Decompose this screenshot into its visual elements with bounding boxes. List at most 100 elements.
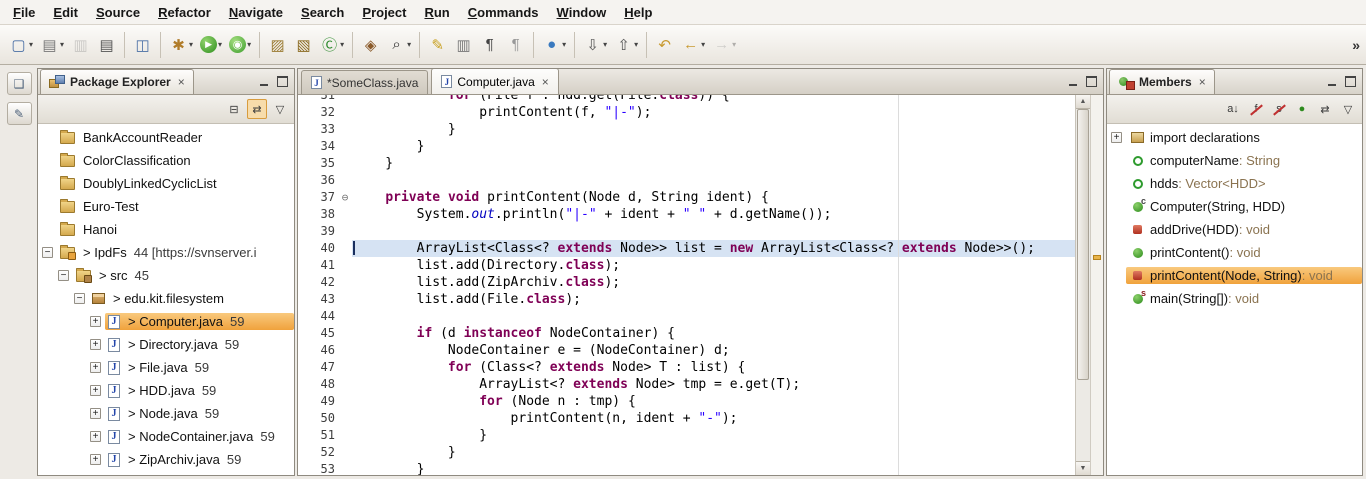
menu-item-source[interactable]: Source bbox=[87, 1, 149, 24]
member-item[interactable]: printContent(Node, String) : void bbox=[1107, 264, 1362, 287]
close-icon[interactable]: × bbox=[1199, 75, 1206, 89]
tree-item[interactable]: BankAccountReader bbox=[38, 126, 294, 149]
expand-box-icon[interactable]: + bbox=[90, 431, 101, 442]
code-line[interactable]: 51 } bbox=[298, 427, 1075, 444]
member-item[interactable]: hdds : Vector<HDD> bbox=[1107, 172, 1362, 195]
code-line[interactable]: 44 bbox=[298, 308, 1075, 325]
close-icon[interactable]: × bbox=[178, 75, 185, 89]
tree-item[interactable]: Hanoi bbox=[38, 218, 294, 241]
maximize-icon[interactable] bbox=[1084, 74, 1099, 89]
scrollbar-thumb[interactable] bbox=[1077, 109, 1089, 380]
code-line[interactable]: 52 } bbox=[298, 444, 1075, 461]
menu-item-commands[interactable]: Commands bbox=[459, 1, 548, 24]
code-line[interactable]: 46 NodeContainer e = (NodeContainer) d; bbox=[298, 342, 1075, 359]
expand-box-icon[interactable]: + bbox=[1111, 132, 1122, 143]
scroll-down-icon[interactable]: ▼ bbox=[1076, 461, 1090, 475]
sort-icon[interactable]: a↓ bbox=[1223, 99, 1243, 119]
toolbar-overflow-chevron[interactable]: » bbox=[1352, 37, 1360, 53]
save-as-button[interactable]: ▤▾ bbox=[37, 30, 67, 60]
export-jar-button[interactable]: ◈ bbox=[358, 30, 383, 60]
scroll-up-icon[interactable]: ▲ bbox=[1076, 95, 1090, 109]
minimize-icon[interactable] bbox=[1324, 74, 1339, 89]
code-line[interactable]: 37⊖ private void printContent(Node d, St… bbox=[298, 189, 1075, 206]
tree-item[interactable]: +> ZipArchiv.java59 bbox=[38, 448, 294, 471]
tree-item[interactable]: −> IpdFs44 [https://svnserver.i bbox=[38, 241, 294, 264]
editor-tab-computerjava[interactable]: Computer.java× bbox=[431, 68, 558, 94]
package-explorer-tab[interactable]: Package Explorer × bbox=[40, 69, 194, 94]
code-line[interactable]: 32 printContent(f, "|-"); bbox=[298, 104, 1075, 121]
hide-static-icon[interactable]: s bbox=[1269, 99, 1289, 119]
code-line[interactable]: 38 System.out.println("|-" + ident + " "… bbox=[298, 206, 1075, 223]
show-whitespace-button[interactable]: ¶ bbox=[477, 30, 502, 60]
member-item[interactable]: main(String[]) : void bbox=[1107, 287, 1362, 310]
open-editors-button[interactable]: ✎ bbox=[7, 102, 32, 125]
new-package-button[interactable]: ▧ bbox=[291, 30, 316, 60]
collapse-box-icon[interactable]: − bbox=[74, 293, 85, 304]
expand-box-icon[interactable]: + bbox=[90, 339, 101, 350]
code-line[interactable]: 31 for (File f : hdd.get(File.class)) { bbox=[298, 95, 1075, 104]
run-button[interactable]: ▶▾ bbox=[197, 30, 225, 60]
code-line[interactable]: 42 list.add(ZipArchiv.class); bbox=[298, 274, 1075, 291]
collapse-box-icon[interactable]: − bbox=[58, 270, 69, 281]
last-edit-location-button[interactable]: ↶ bbox=[652, 30, 677, 60]
menu-item-run[interactable]: Run bbox=[415, 1, 458, 24]
fold-collapse-icon[interactable]: ⊖ bbox=[338, 189, 352, 206]
close-icon[interactable]: × bbox=[542, 75, 549, 89]
member-item[interactable]: Computer(String, HDD) bbox=[1107, 195, 1362, 218]
print-button[interactable]: ▤ bbox=[94, 30, 119, 60]
code-line[interactable]: 33 } bbox=[298, 121, 1075, 138]
expand-box-icon[interactable]: + bbox=[90, 408, 101, 419]
code-line[interactable]: 35 } bbox=[298, 155, 1075, 172]
block-selection-button[interactable]: ¶ bbox=[503, 30, 528, 60]
link-with-editor-icon[interactable]: ⇄ bbox=[1315, 99, 1335, 119]
tree-item[interactable]: Euro-Test bbox=[38, 195, 294, 218]
previous-annotation-button[interactable]: ⇧▾ bbox=[611, 30, 641, 60]
restore-views-button[interactable]: ❑ bbox=[7, 72, 32, 95]
back-button[interactable]: ←▾ bbox=[678, 30, 708, 60]
tree-item[interactable]: −> src45 bbox=[38, 264, 294, 287]
view-menu-icon[interactable]: ▽ bbox=[270, 99, 290, 119]
hide-fields-icon[interactable]: f bbox=[1246, 99, 1266, 119]
new-java-project-button[interactable]: ▨ bbox=[265, 30, 290, 60]
collapse-box-icon[interactable]: − bbox=[42, 247, 53, 258]
tree-item[interactable]: +> File.java59 bbox=[38, 356, 294, 379]
menu-item-refactor[interactable]: Refactor bbox=[149, 1, 220, 24]
menu-item-file[interactable]: File bbox=[4, 1, 44, 24]
code-line[interactable]: 39 bbox=[298, 223, 1075, 240]
open-web-browser-button[interactable]: ●▾ bbox=[539, 30, 569, 60]
link-with-editor-icon[interactable]: ⇄ bbox=[247, 99, 267, 119]
code-line[interactable]: 47 for (Class<? extends Node> T : list) … bbox=[298, 359, 1075, 376]
tree-item[interactable]: ColorClassification bbox=[38, 149, 294, 172]
tree-item[interactable]: −> edu.kit.filesystem bbox=[38, 287, 294, 310]
show-selected-element-button[interactable]: ▥ bbox=[451, 30, 476, 60]
show-public-icon[interactable]: ● bbox=[1292, 99, 1312, 119]
menu-item-project[interactable]: Project bbox=[353, 1, 415, 24]
member-item[interactable]: printContent() : void bbox=[1107, 241, 1362, 264]
tree-item[interactable]: +> Directory.java59 bbox=[38, 333, 294, 356]
expand-box-icon[interactable]: + bbox=[90, 316, 101, 327]
view-menu-icon[interactable]: ▽ bbox=[1338, 99, 1358, 119]
minimize-icon[interactable] bbox=[1065, 74, 1080, 89]
save-button[interactable]: ▥ bbox=[68, 30, 93, 60]
tree-item[interactable]: +> HDD.java59 bbox=[38, 379, 294, 402]
menu-item-search[interactable]: Search bbox=[292, 1, 353, 24]
menu-item-navigate[interactable]: Navigate bbox=[220, 1, 292, 24]
code-line[interactable]: 50 printContent(n, ident + "-"); bbox=[298, 410, 1075, 427]
next-annotation-button[interactable]: ⇩▾ bbox=[580, 30, 610, 60]
menu-item-edit[interactable]: Edit bbox=[44, 1, 87, 24]
vertical-scrollbar[interactable]: ▲ ▼ bbox=[1075, 95, 1090, 475]
member-item[interactable]: addDrive(HDD) : void bbox=[1107, 218, 1362, 241]
tree-item[interactable]: +> Computer.java59 bbox=[38, 310, 294, 333]
editor-tab-someclassjava[interactable]: *SomeClass.java bbox=[301, 70, 428, 94]
open-type-button[interactable]: ◫ bbox=[130, 30, 155, 60]
maximize-icon[interactable] bbox=[275, 74, 290, 89]
code-line[interactable]: 43 list.add(File.class); bbox=[298, 291, 1075, 308]
occurrence-marker[interactable] bbox=[1093, 255, 1101, 260]
code-line[interactable]: 53 } bbox=[298, 461, 1075, 475]
code-line[interactable]: 40 ArrayList<Class<? extends Node>> list… bbox=[298, 240, 1075, 257]
scrollbar-track[interactable] bbox=[1076, 109, 1090, 461]
code-line[interactable]: 41 list.add(Directory.class); bbox=[298, 257, 1075, 274]
tree-item[interactable]: +> Node.java59 bbox=[38, 402, 294, 425]
new-class-button[interactable]: Ⓒ▾ bbox=[317, 30, 347, 60]
forward-button[interactable]: →▾ bbox=[709, 30, 739, 60]
